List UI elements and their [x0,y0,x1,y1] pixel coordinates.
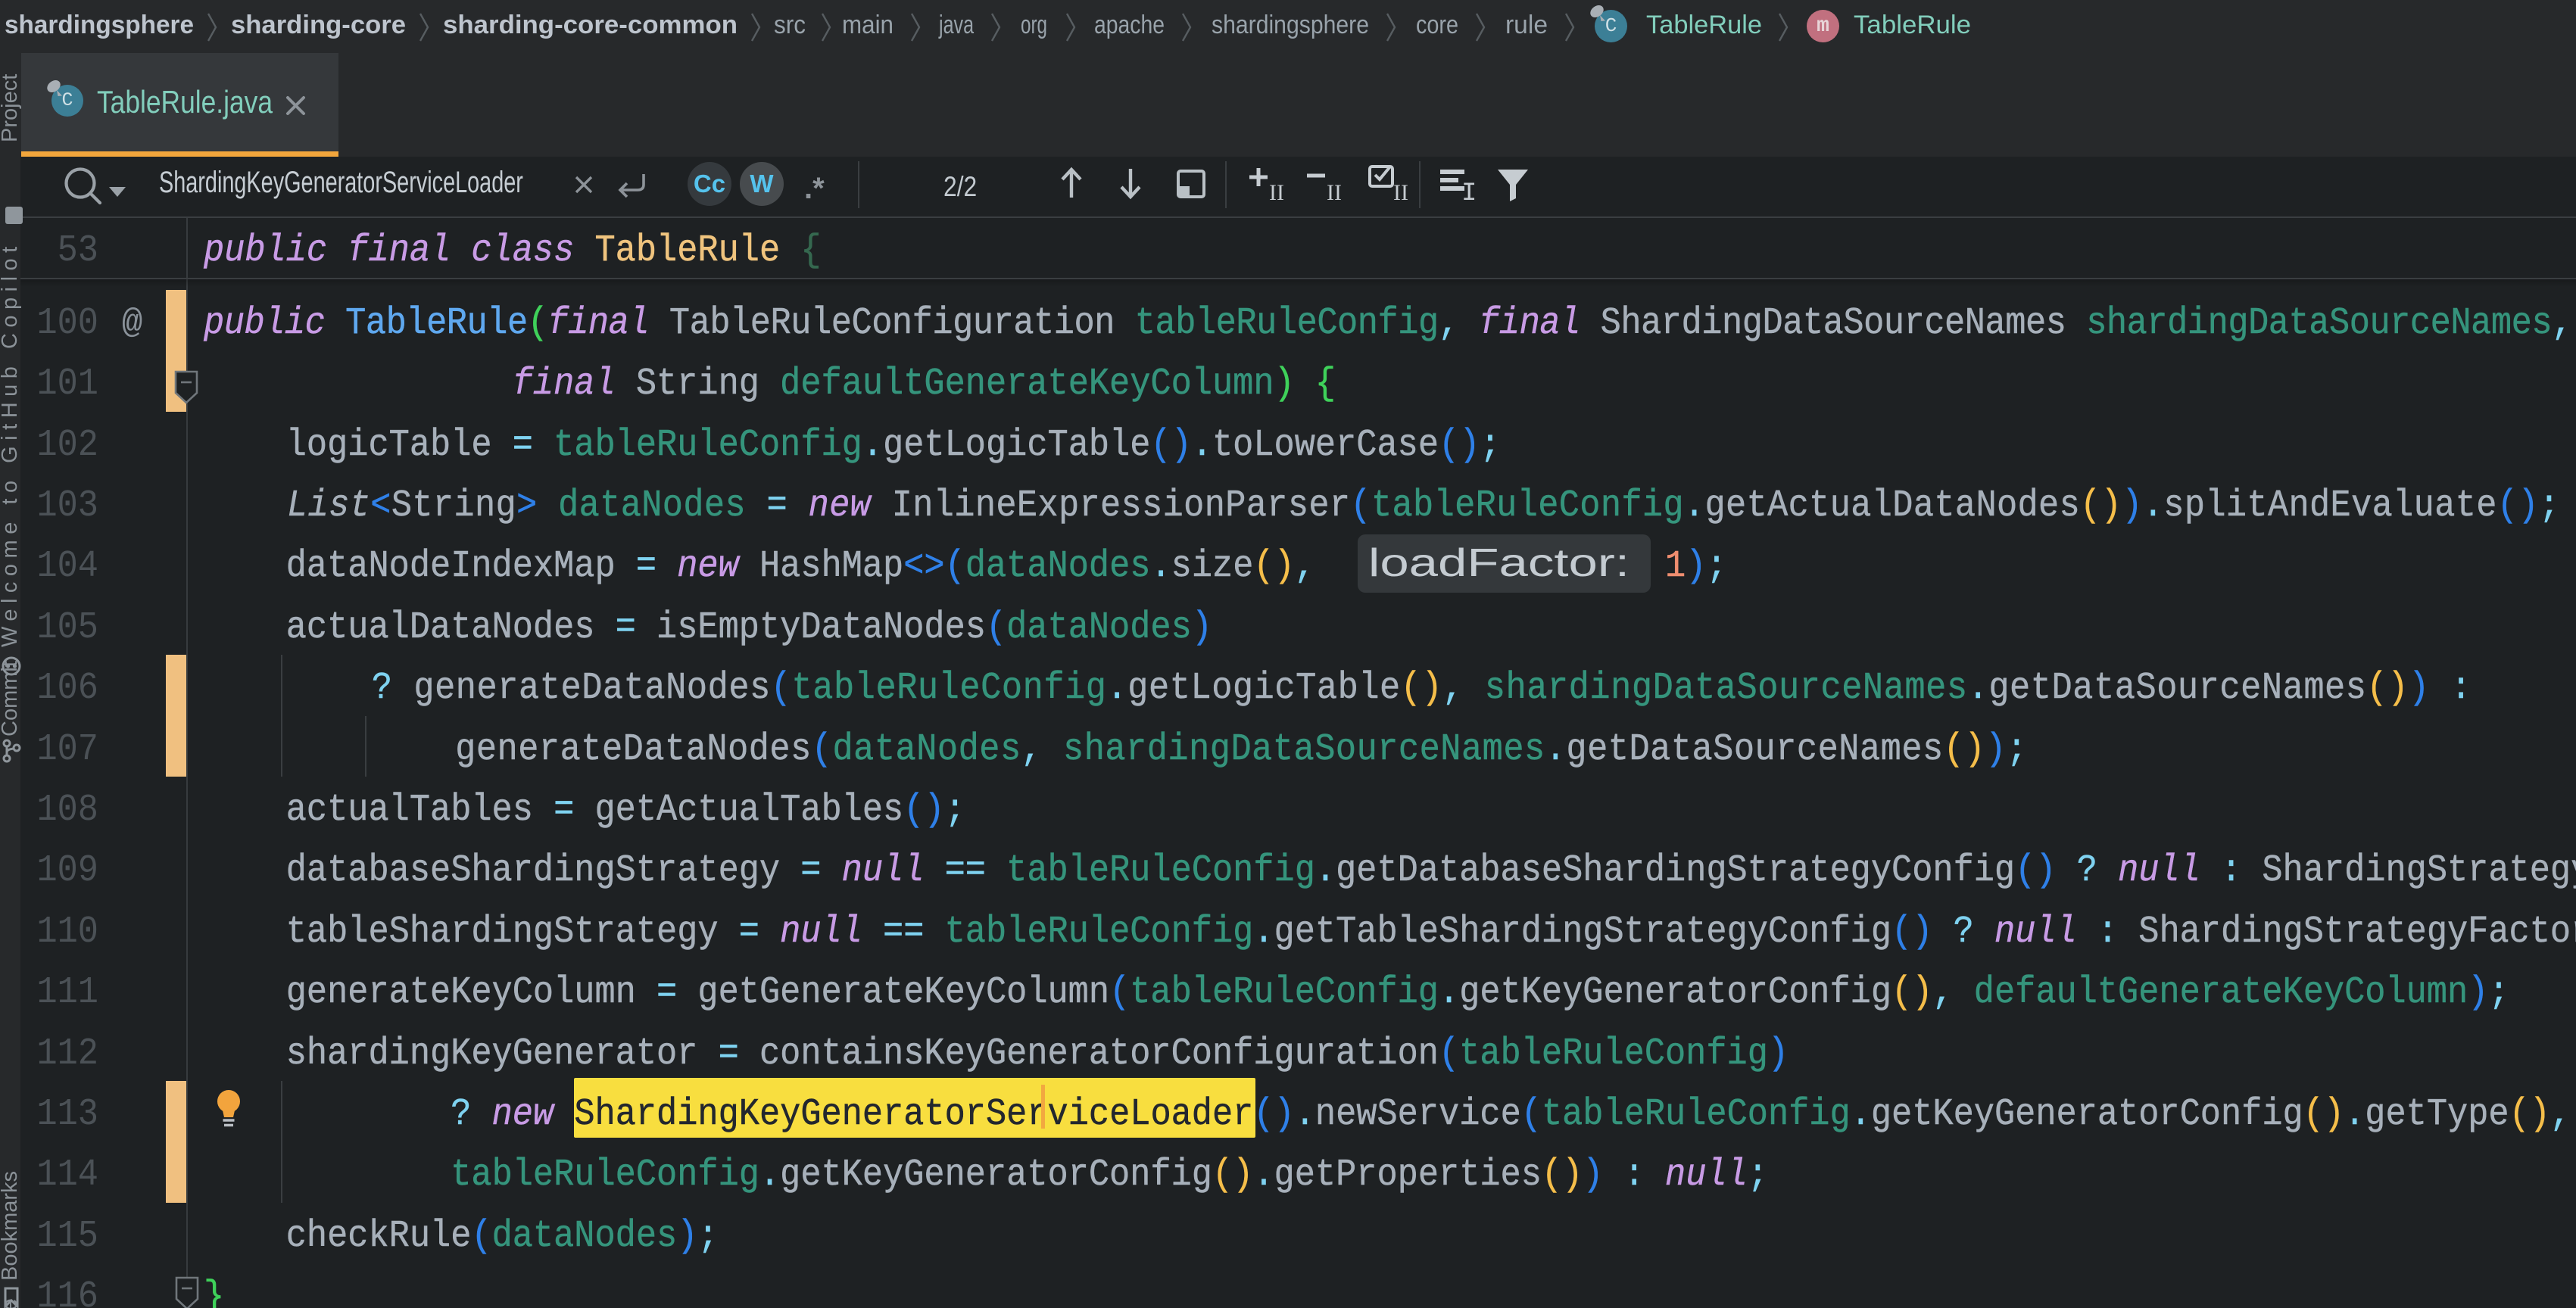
svg-text:I: I [1461,179,1477,203]
svg-text:II: II [1327,180,1342,205]
svg-text:II: II [1393,180,1408,205]
svg-text:II: II [1269,180,1284,205]
